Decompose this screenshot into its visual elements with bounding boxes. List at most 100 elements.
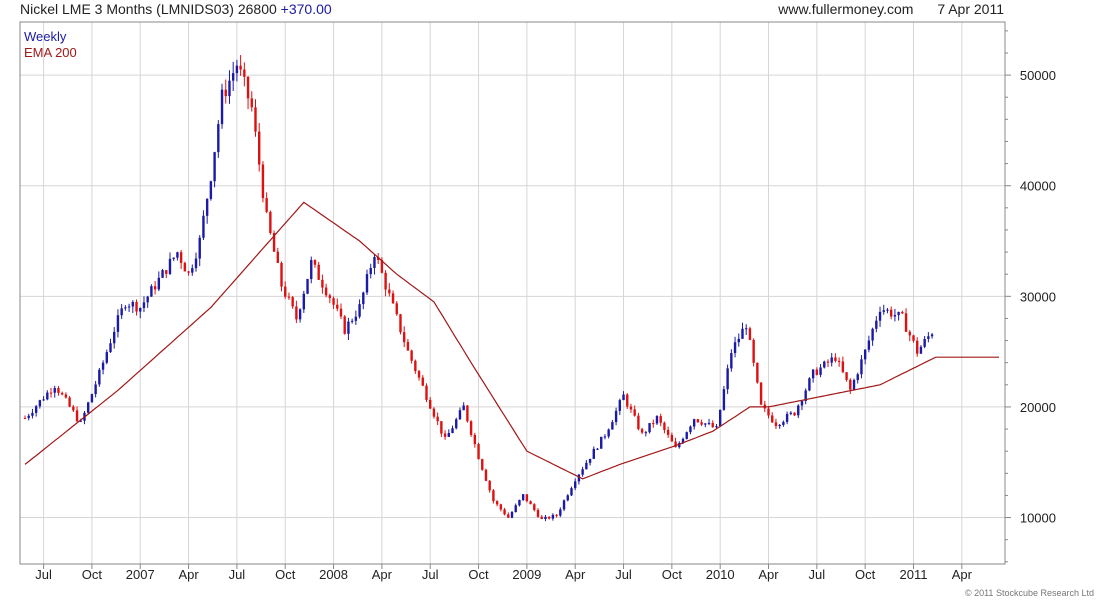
candle: [793, 412, 796, 417]
candle: [172, 257, 175, 262]
candle: [562, 499, 566, 512]
candle: [142, 296, 146, 313]
candle: [339, 303, 343, 320]
candle: [867, 335, 871, 353]
candle: [692, 418, 696, 430]
candle: [585, 459, 588, 470]
candle: [194, 252, 198, 272]
candle: [213, 151, 216, 188]
x-tick-label: Jul: [422, 567, 439, 582]
candle: [860, 355, 863, 379]
candle: [231, 61, 235, 91]
candle: [168, 252, 172, 276]
candle: [618, 398, 622, 416]
candle: [176, 251, 179, 261]
candle: [718, 409, 722, 427]
candle: [131, 300, 135, 313]
candle: [481, 458, 484, 471]
candle: [86, 401, 90, 414]
candle: [350, 318, 354, 324]
candle: [771, 412, 774, 424]
candle: [808, 377, 811, 392]
candle: [882, 304, 885, 315]
candle: [629, 403, 633, 413]
candle: [187, 270, 190, 276]
candle: [529, 500, 532, 505]
candle: [417, 369, 421, 381]
copyright-notice: © 2011 Stockcube Research Ltd: [964, 588, 1094, 598]
candle: [34, 404, 38, 417]
candle: [105, 349, 108, 365]
x-tick-label: Jul: [35, 567, 52, 582]
x-tick-label: Jul: [615, 567, 632, 582]
candle: [767, 406, 770, 419]
candle: [592, 446, 595, 459]
candle: [250, 91, 253, 112]
candle: [443, 430, 447, 440]
candle: [800, 399, 804, 411]
candle: [875, 316, 878, 333]
candle: [198, 235, 201, 267]
candle: [904, 308, 908, 333]
candle: [328, 293, 332, 304]
candle: [655, 415, 659, 426]
candle: [395, 301, 398, 316]
candle: [640, 427, 644, 435]
candle: [473, 432, 477, 448]
candle: [425, 383, 428, 403]
x-tick-label: Apr: [178, 567, 199, 582]
candle: [72, 404, 75, 412]
candle: [313, 259, 317, 268]
candle: [217, 120, 220, 158]
candle: [261, 161, 265, 203]
candle: [57, 385, 60, 396]
candle: [815, 367, 819, 376]
x-tick-label: Apr: [952, 567, 973, 582]
y-tick-label: 20000: [1020, 400, 1056, 415]
candle: [209, 180, 213, 201]
plot-frame: [19, 21, 1006, 565]
candle: [373, 253, 376, 275]
candle: [46, 390, 49, 401]
candle: [466, 404, 469, 423]
candle: [752, 338, 755, 367]
candle: [782, 420, 785, 427]
x-tick-label: Oct: [855, 567, 876, 582]
candle: [406, 338, 410, 351]
candle: [652, 419, 655, 428]
candle: [354, 310, 358, 325]
candle: [202, 210, 205, 241]
candle: [64, 392, 68, 399]
candle: [611, 419, 614, 430]
candle: [23, 415, 27, 419]
candle: [826, 359, 830, 368]
candle: [295, 300, 298, 324]
x-tick-label: Oct: [662, 567, 683, 582]
candle: [521, 494, 525, 502]
candle: [436, 412, 439, 425]
candle: [120, 304, 123, 319]
candle: [469, 420, 473, 437]
candle: [544, 515, 547, 522]
candle: [930, 332, 934, 339]
candle: [68, 396, 71, 408]
candle: [863, 348, 867, 365]
candle: [332, 296, 335, 309]
candle: [27, 413, 30, 421]
candle: [745, 324, 748, 335]
candle: [923, 336, 926, 349]
candle: [191, 264, 194, 276]
candle: [124, 305, 127, 311]
candle: [707, 418, 711, 426]
candle: [321, 274, 324, 294]
candle: [60, 391, 64, 396]
candle: [596, 448, 599, 451]
candle: [797, 404, 800, 419]
chart-gridlines: [20, 22, 1005, 564]
candle: [94, 380, 97, 398]
candle: [804, 388, 807, 405]
candle: [161, 268, 164, 279]
candle: [365, 269, 369, 295]
candle: [607, 428, 610, 439]
candle: [841, 356, 845, 374]
